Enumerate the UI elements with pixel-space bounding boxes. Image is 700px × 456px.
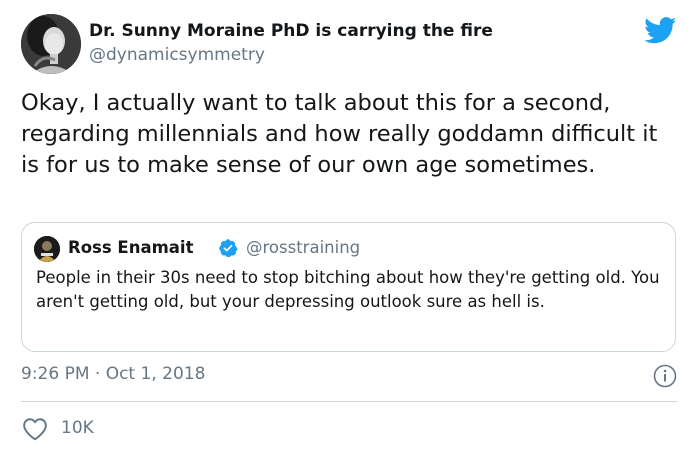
tweet-timestamp[interactable]: 9:26 PM · Oct 1, 2018 <box>21 364 205 384</box>
quoted-author-name[interactable]: Ross Enamait <box>68 238 193 257</box>
twitter-bird-icon[interactable] <box>644 17 677 44</box>
quoted-tweet-text: People in their 30s need to stop bitchin… <box>36 268 660 311</box>
verified-badge-icon <box>219 239 238 258</box>
divider <box>21 401 677 402</box>
author-avatar[interactable] <box>21 14 81 74</box>
quoted-author-avatar[interactable] <box>34 236 60 262</box>
quoted-tweet[interactable]: Ross Enamait @rosstraining People in the… <box>21 222 676 352</box>
like-count[interactable]: 10K <box>61 418 94 438</box>
info-icon[interactable] <box>653 364 677 388</box>
author-handle[interactable]: @dynamicsymmetry <box>89 45 265 65</box>
heart-icon[interactable] <box>22 417 48 441</box>
tweet-text: Okay, I actually want to talk about this… <box>21 90 658 178</box>
author-name[interactable]: Dr. Sunny Moraine PhD is carrying the fi… <box>89 21 493 41</box>
quoted-author-handle[interactable]: @rosstraining <box>246 238 360 257</box>
